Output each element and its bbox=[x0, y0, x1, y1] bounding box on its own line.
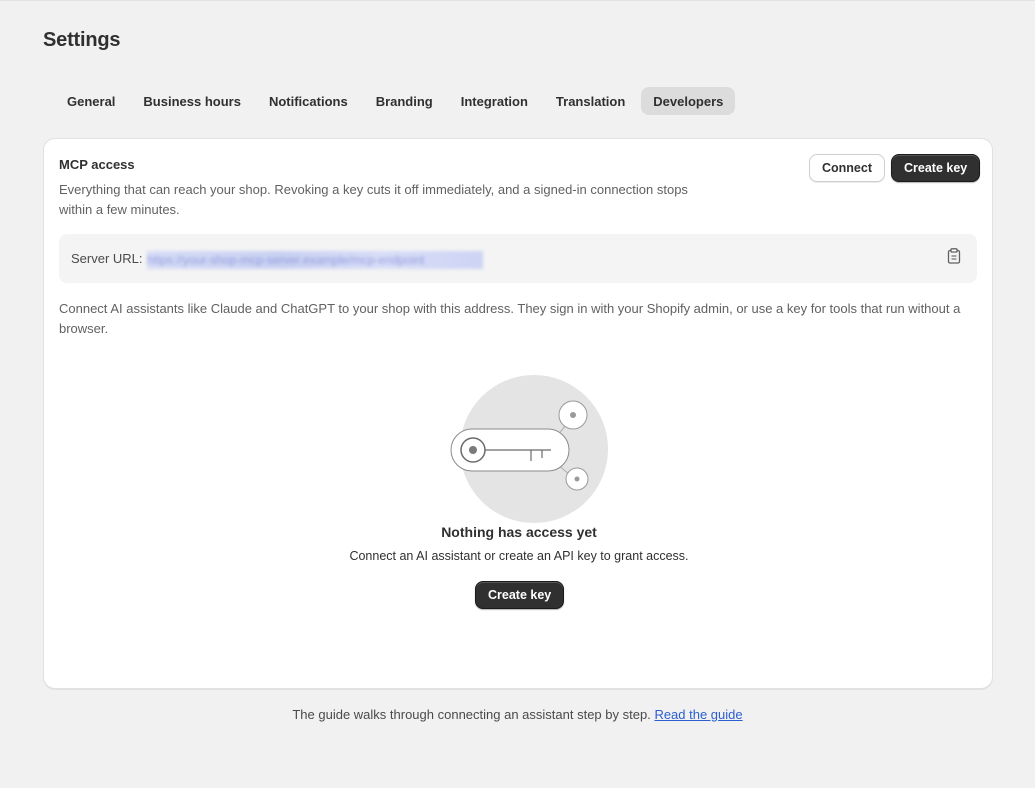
connect-button[interactable]: Connect bbox=[809, 154, 885, 182]
empty-state-description: Connect an AI assistant or create an API… bbox=[349, 549, 689, 563]
tab-general[interactable]: General bbox=[55, 87, 127, 115]
top-divider bbox=[0, 0, 1035, 1]
tab-integration[interactable]: Integration bbox=[449, 87, 540, 115]
footer-text: The guide walks through connecting an as… bbox=[292, 707, 651, 722]
mcp-access-card: MCP access Everything that can reach you… bbox=[43, 138, 993, 689]
card-title: MCP access bbox=[59, 157, 135, 172]
footer: The guide walks through connecting an as… bbox=[0, 707, 1035, 722]
card-description: Everything that can reach your shop. Rev… bbox=[59, 182, 688, 217]
tab-notifications[interactable]: Notifications bbox=[257, 87, 360, 115]
server-url-value[interactable]: https://your-shop-mcp-server.example/mcp… bbox=[147, 251, 483, 269]
help-text: Connect AI assistants like Claude and Ch… bbox=[59, 301, 961, 336]
server-url-label: Server URL: bbox=[71, 251, 143, 266]
tab-developers[interactable]: Developers bbox=[641, 87, 736, 115]
create-key-button[interactable]: Create key bbox=[891, 154, 981, 182]
page-title: Settings bbox=[43, 29, 121, 51]
tab-translation[interactable]: Translation bbox=[544, 87, 637, 115]
settings-tabs: General Business hours Notifications Bra… bbox=[55, 87, 736, 115]
tab-business-hours[interactable]: Business hours bbox=[131, 87, 253, 115]
read-guide-link[interactable]: Read the guide bbox=[654, 707, 742, 722]
clipboard-icon[interactable] bbox=[947, 248, 961, 264]
tab-branding[interactable]: Branding bbox=[364, 87, 445, 115]
empty-state-create-key-button[interactable]: Create key bbox=[475, 581, 565, 609]
server-url-box: Server URL: https://your-shop-mcp-server… bbox=[59, 234, 977, 283]
empty-state-title: Nothing has access yet bbox=[441, 524, 597, 540]
key-illustration bbox=[450, 375, 608, 523]
